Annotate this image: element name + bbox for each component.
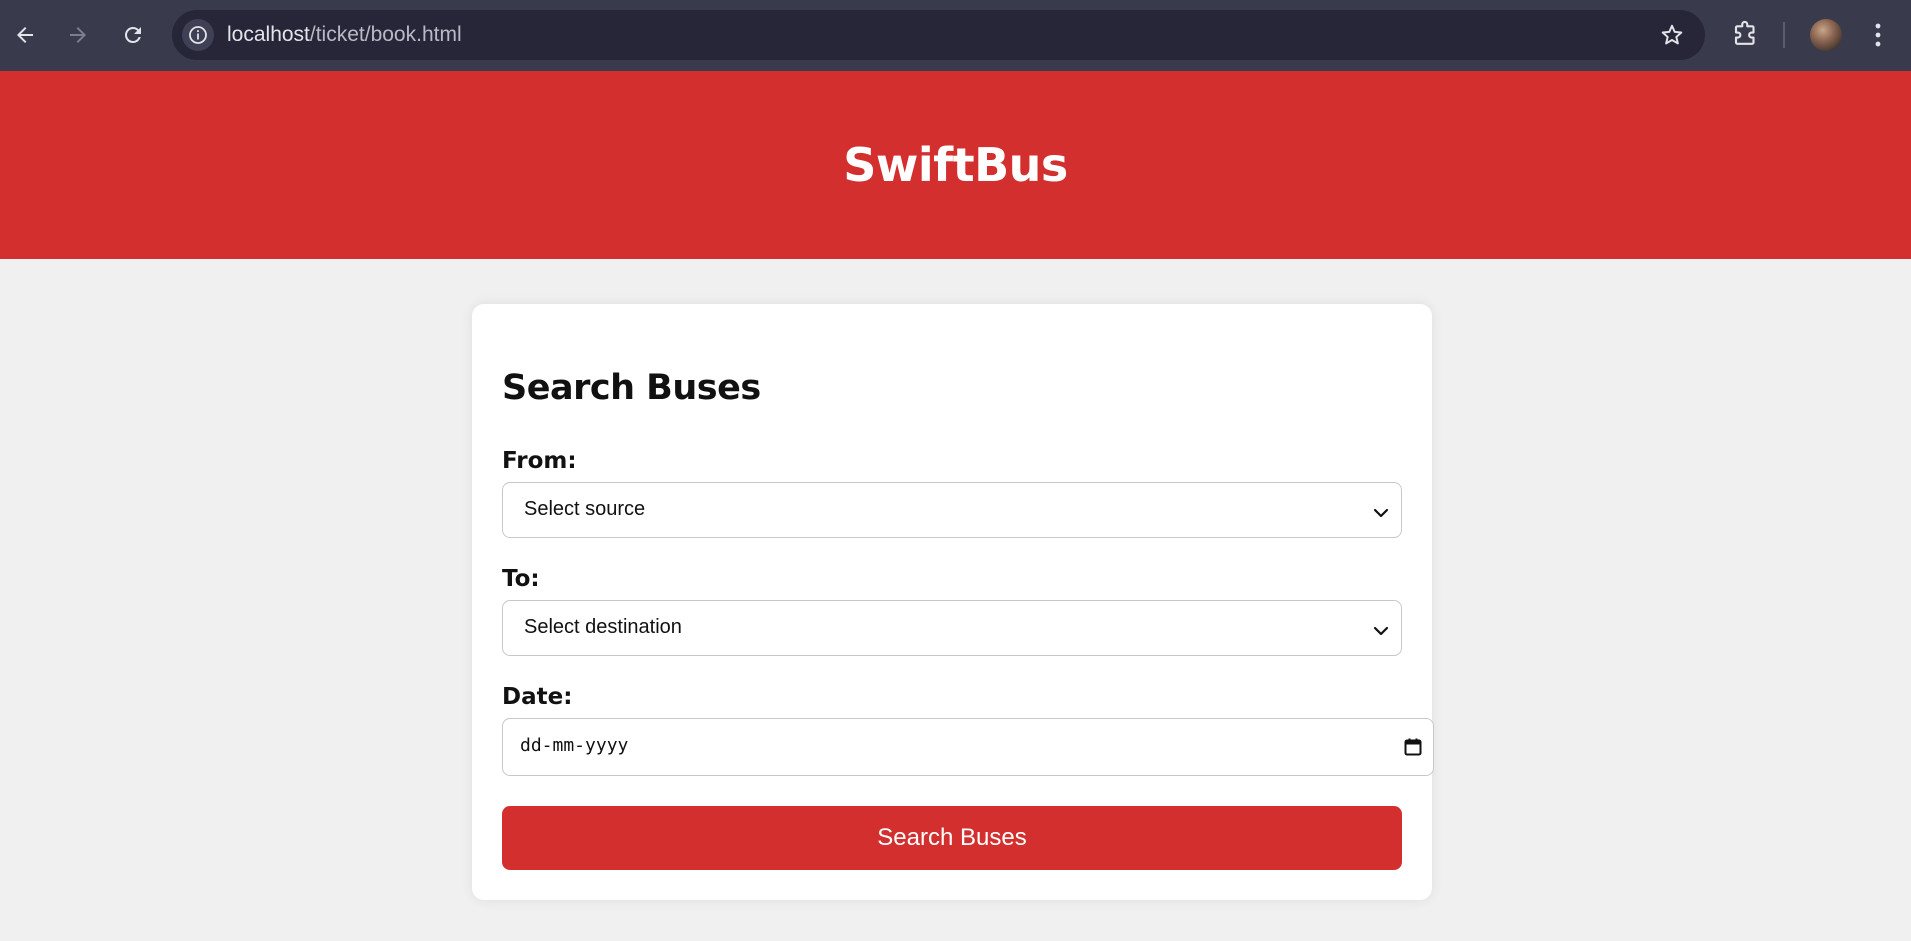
bookmark-star-icon[interactable]	[1659, 22, 1685, 52]
calendar-icon[interactable]	[1403, 737, 1423, 761]
toolbar-divider	[1783, 22, 1785, 48]
from-label: From:	[502, 448, 577, 474]
extensions-puzzle-icon[interactable]	[1731, 20, 1761, 54]
date-label: Date:	[502, 684, 573, 710]
back-button[interactable]	[7, 17, 43, 53]
browser-toolbar: localhost/ticket/book.html	[0, 0, 1911, 71]
to-label: To:	[502, 566, 540, 592]
search-form-card: Search Buses From: Select source To: Sel…	[472, 304, 1434, 900]
to-select-value: Select destination	[524, 616, 682, 638]
form-title: Search Buses	[502, 368, 761, 408]
to-select[interactable]: Select destination	[502, 600, 1402, 656]
url-text[interactable]: localhost/ticket/book.html	[227, 23, 462, 47]
arrow-left-icon	[13, 23, 37, 47]
forward-button[interactable]	[60, 17, 96, 53]
reload-icon	[121, 23, 145, 47]
from-select[interactable]: Select source	[502, 482, 1402, 538]
url-path: /ticket/book.html	[309, 23, 462, 46]
site-info-icon[interactable]	[182, 19, 214, 51]
profile-avatar[interactable]	[1810, 19, 1842, 51]
search-buses-button[interactable]: Search Buses	[502, 806, 1402, 870]
site-header: SwiftBus	[0, 71, 1911, 259]
date-input[interactable]: dd-mm-yyyy	[502, 718, 1434, 776]
more-menu-icon[interactable]	[1870, 20, 1886, 54]
url-host: localhost	[227, 23, 310, 46]
date-input-placeholder: dd-mm-yyyy	[520, 735, 629, 756]
from-select-value: Select source	[524, 498, 646, 520]
reload-button[interactable]	[115, 17, 151, 53]
address-bar[interactable]: localhost/ticket/book.html	[172, 10, 1705, 60]
site-title: SwiftBus	[843, 138, 1068, 192]
chevron-down-icon	[1373, 622, 1389, 641]
arrow-right-icon	[66, 23, 90, 47]
chevron-down-icon	[1373, 504, 1389, 523]
